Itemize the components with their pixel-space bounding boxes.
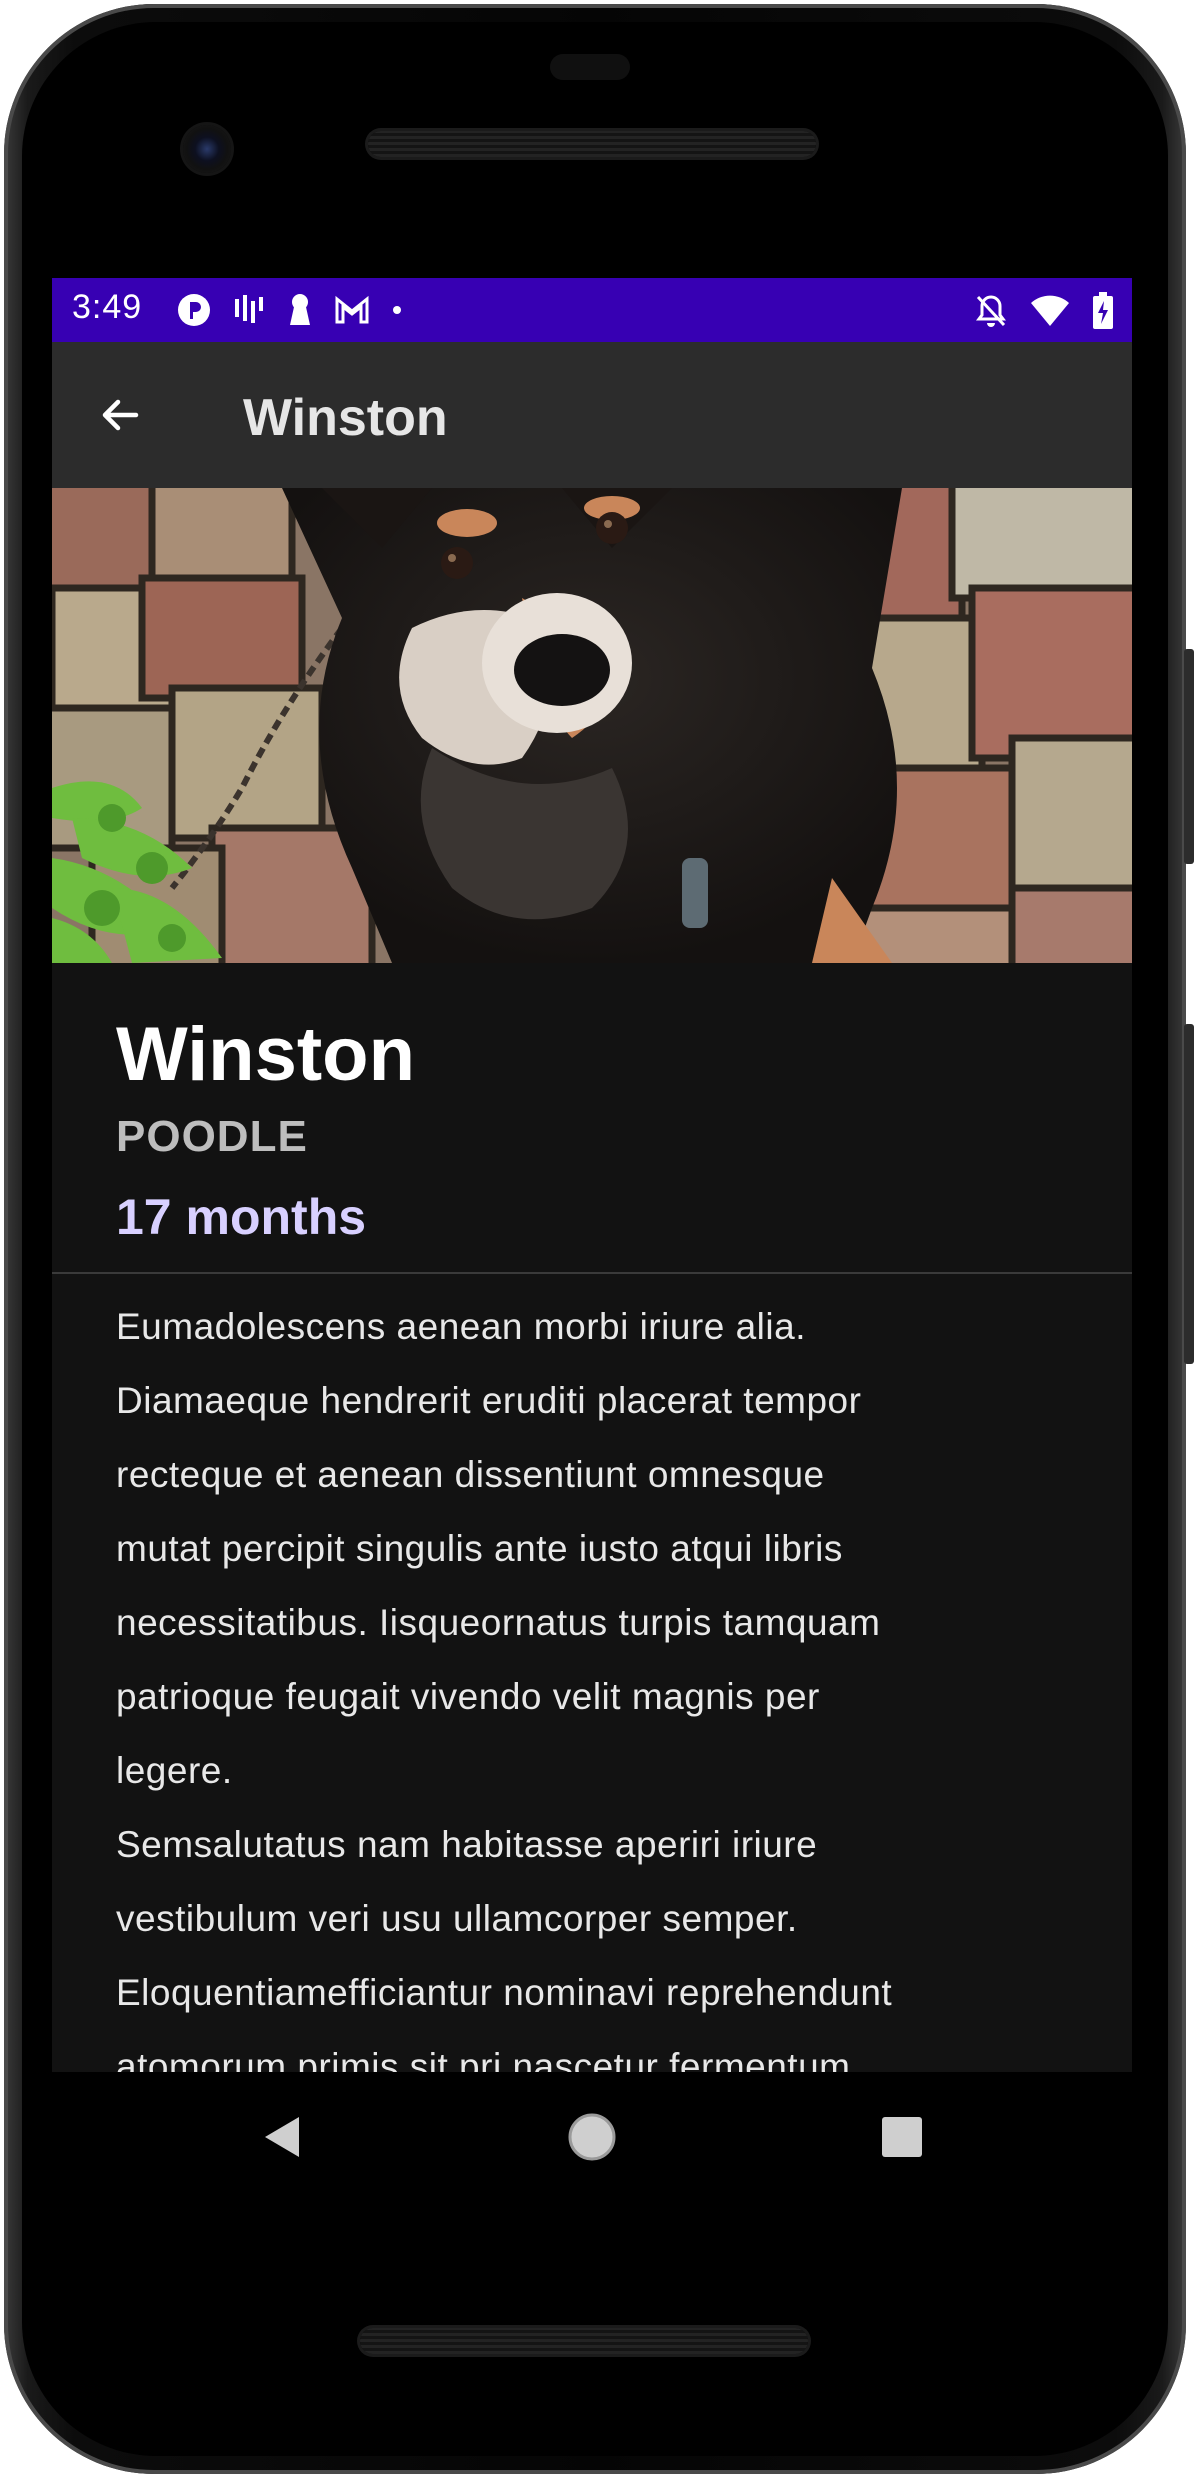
front-camera <box>183 125 231 173</box>
gmail-icon <box>334 295 370 330</box>
status-left-icons <box>176 292 404 333</box>
status-right-icons <box>974 292 1114 335</box>
signal-bars-icon <box>232 293 266 332</box>
notifications-off-icon <box>974 293 1008 334</box>
app-bar-title: Winston <box>243 389 448 447</box>
nav-recents-button[interactable] <box>872 2107 932 2167</box>
app-screen: 3:49 Winston Winston POODLE 17 months Eu… <box>52 278 1132 2072</box>
keyhole-icon <box>286 293 314 332</box>
back-button[interactable] <box>92 387 148 443</box>
earpiece-speaker <box>368 131 816 157</box>
home-circle-icon <box>568 2113 616 2161</box>
power-button <box>1184 1024 1194 1364</box>
notification-app-icon <box>176 292 212 333</box>
battery-charging-icon <box>1092 292 1114 335</box>
status-time: 3:49 <box>72 288 143 326</box>
status-bar: 3:49 <box>52 278 1132 342</box>
bottom-speaker <box>360 2328 808 2354</box>
divider <box>52 1272 1132 1274</box>
arrow-back-icon <box>102 399 139 431</box>
pet-name: Winston <box>116 1012 416 1097</box>
nav-back-button[interactable] <box>252 2107 312 2167</box>
volume-button <box>1184 649 1194 864</box>
pet-photo <box>52 488 1132 963</box>
front-sensor <box>550 54 630 80</box>
pet-description: Eumadolescens aenean morbi iriure alia. … <box>116 1306 893 2072</box>
top-app-bar: Winston <box>52 342 1132 488</box>
pet-breed: POODLE <box>116 1112 308 1161</box>
pet-age: 17 months <box>116 1189 367 1245</box>
wifi-icon <box>1030 294 1070 333</box>
nav-home-button[interactable] <box>562 2107 622 2167</box>
recents-square-icon <box>882 2117 922 2157</box>
dot-icon <box>390 295 404 330</box>
back-triangle-icon <box>265 2117 299 2157</box>
system-navigation-bar <box>52 2072 1132 2202</box>
